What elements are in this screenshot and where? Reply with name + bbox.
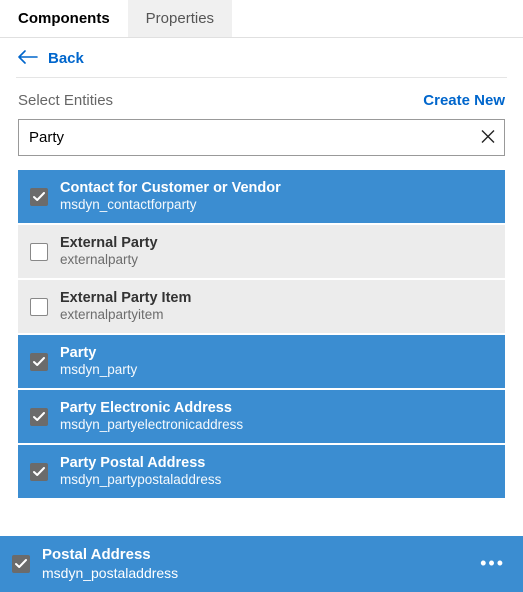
checkbox-checked[interactable]	[12, 555, 30, 573]
select-entities-label: Select Entities	[18, 92, 113, 109]
entity-row[interactable]: Party Postal Addressmsdyn_partypostaladd…	[18, 445, 505, 498]
checkbox-unchecked[interactable]	[30, 298, 48, 316]
footer-entity-name: msdyn_postaladdress	[42, 565, 462, 583]
tab-components[interactable]: Components	[0, 0, 128, 37]
entity-title: External Party	[60, 234, 158, 252]
close-icon	[481, 130, 495, 146]
entity-title: Party Postal Address	[60, 454, 221, 472]
entity-title: Party	[60, 344, 137, 362]
entity-list: Contact for Customer or Vendormsdyn_cont…	[18, 170, 505, 498]
entity-row[interactable]: External Party Itemexternalpartyitem	[18, 280, 505, 333]
arrow-left-icon	[18, 50, 38, 67]
back-label: Back	[48, 50, 84, 67]
entity-schema-name: msdyn_contactforparty	[60, 197, 281, 214]
entity-schema-name: msdyn_partyelectronicaddress	[60, 417, 243, 434]
footer-selected-entity[interactable]: Postal Address msdyn_postaladdress •••	[0, 536, 523, 592]
divider	[16, 77, 507, 78]
entity-schema-name: externalparty	[60, 252, 158, 269]
create-new-link[interactable]: Create New	[423, 92, 505, 109]
checkbox-checked[interactable]	[30, 463, 48, 481]
clear-search-button[interactable]	[477, 125, 499, 150]
entity-schema-name: externalpartyitem	[60, 307, 191, 324]
search-input[interactable]	[18, 119, 505, 156]
checkbox-unchecked[interactable]	[30, 243, 48, 261]
checkbox-checked[interactable]	[30, 353, 48, 371]
checkbox-checked[interactable]	[30, 408, 48, 426]
entity-title: Party Electronic Address	[60, 399, 243, 417]
entity-row[interactable]: Party Electronic Addressmsdyn_partyelect…	[18, 390, 505, 443]
tab-properties[interactable]: Properties	[128, 0, 232, 37]
back-button[interactable]: Back	[0, 38, 523, 77]
footer-entity-title: Postal Address	[42, 546, 462, 565]
entity-row[interactable]: External Partyexternalparty	[18, 225, 505, 278]
entity-schema-name: msdyn_party	[60, 362, 137, 379]
ellipsis-icon: •••	[480, 553, 505, 573]
entity-row[interactable]: Contact for Customer or Vendormsdyn_cont…	[18, 170, 505, 223]
entity-row[interactable]: Partymsdyn_party	[18, 335, 505, 388]
entity-schema-name: msdyn_partypostaladdress	[60, 472, 221, 489]
entity-title: External Party Item	[60, 289, 191, 307]
entity-title: Contact for Customer or Vendor	[60, 179, 281, 197]
more-options-button[interactable]: •••	[474, 549, 511, 578]
checkbox-checked[interactable]	[30, 188, 48, 206]
